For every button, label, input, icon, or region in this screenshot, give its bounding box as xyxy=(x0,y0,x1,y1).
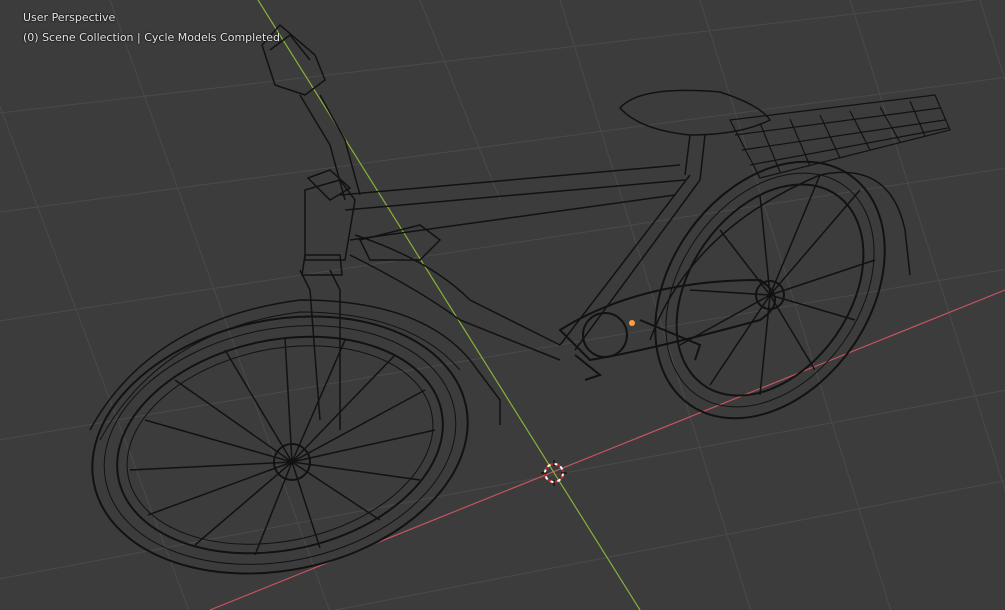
3d-viewport[interactable]: User Perspective (0) Scene Collection | … xyxy=(0,0,1005,610)
bicycle-wireframe[interactable] xyxy=(68,23,951,607)
handlebar xyxy=(261,23,361,201)
saddle xyxy=(618,89,772,181)
view-name-label: User Perspective xyxy=(23,11,116,24)
y-axis-line xyxy=(257,0,641,610)
viewport-canvas[interactable] xyxy=(0,0,1005,610)
front-wheel xyxy=(89,299,501,575)
scene-info-label: (0) Scene Collection | Cycle Models Comp… xyxy=(23,31,281,44)
floor-grid xyxy=(0,0,1005,610)
rear-rack xyxy=(729,94,951,179)
object-origin-dot xyxy=(629,320,635,326)
drivetrain xyxy=(558,278,776,381)
